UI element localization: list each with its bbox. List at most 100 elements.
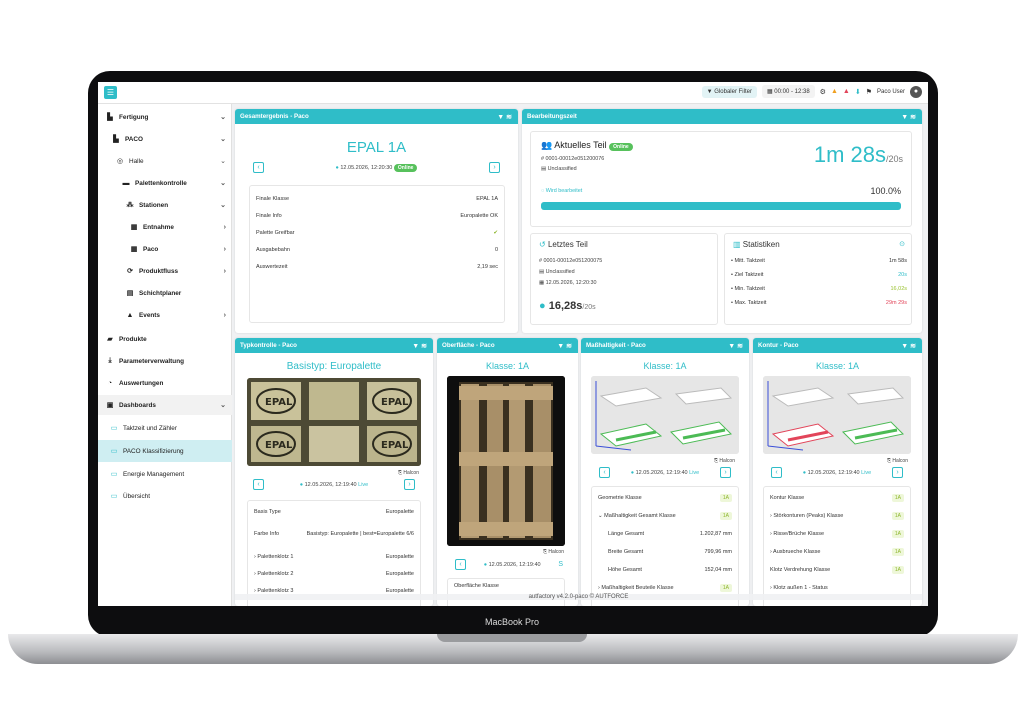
sidebar-item-label: Produkte	[119, 335, 147, 343]
row-label: › Palettenklotz 2	[254, 570, 294, 577]
sidebar-item-stationen[interactable]: ⁂ Stationen ⌄	[98, 195, 232, 215]
sidebar-item-auswertungen[interactable]: ◔ Auswertungen	[98, 373, 232, 393]
filter-rss-icon[interactable]: ▼ ≋	[728, 342, 743, 350]
sidebar-item-uebersicht[interactable]: ▭ Übersicht	[98, 486, 232, 506]
table-row[interactable]: › Palettenklotz 2 Europalette	[248, 565, 420, 582]
sidebar-item-paco-klassifizierung[interactable]: ▭ PACO Klassifizierung	[98, 440, 232, 462]
3d-scan-icon	[763, 376, 911, 454]
chart-icon: ▥	[733, 240, 741, 249]
sidebar-item-palettenkontrolle[interactable]: ▬ Palettenkontrolle ⌄	[98, 173, 232, 193]
row-value: 1.202,87 mm	[699, 531, 732, 537]
clock-icon: ●	[539, 300, 546, 312]
table-row[interactable]: › Palettenklotz 1 Europalette	[248, 548, 420, 565]
type-table: Basis Type Europalette Farbe Info Basistyp:…	[247, 500, 421, 606]
table-row: • Ziel Taktzeit 20s	[725, 268, 913, 282]
dimension-image	[591, 376, 739, 454]
next-button[interactable]: ›	[719, 467, 731, 478]
user-name[interactable]: Paco User	[877, 89, 905, 95]
row-label: Höhe Gesamt	[608, 567, 642, 573]
prev-button[interactable]: ‹	[599, 467, 610, 478]
time-range-button[interactable]: ▦ 00:00 - 12:38	[761, 85, 815, 98]
sidebar-item-dashboards[interactable]: ▣ Dashboards ⌄	[98, 395, 232, 415]
time-target: /20s	[582, 304, 596, 311]
next-button[interactable]: ›	[403, 479, 415, 490]
row-label: Auswertezeit	[256, 263, 288, 270]
table-row: Palette Greifbar ✔	[250, 224, 504, 241]
sidebar-item-taktzeit[interactable]: ▭ Taktzeit und Zähler	[98, 418, 232, 438]
avatar[interactable]: ●	[910, 85, 922, 98]
table-row[interactable]: ⌄ Maßhaltigkeit Gesamt Klasse 1A	[592, 507, 738, 525]
timestamp: 12.05.2026, 12:19:40	[635, 469, 688, 476]
chevron-right-icon: ›	[223, 311, 226, 319]
row-label: › Risse/Brüche Klasse	[770, 531, 825, 537]
sidebar-item-produktfluss[interactable]: ⟳ Produktfluss ›	[98, 261, 232, 281]
row-label: Klotz Verdrehung Klasse	[770, 567, 831, 573]
warning-icon[interactable]: ▲	[831, 88, 838, 95]
table-row[interactable]: › Störkonturen (Peaks) Klasse 1A	[764, 507, 910, 525]
sidebar-item-label: Dashboards	[119, 401, 156, 409]
sidebar-item-energie[interactable]: ▭ Energie Management	[98, 464, 232, 484]
info-icon[interactable]: ⊙	[899, 240, 905, 248]
timestamp: 12.05.2026, 12:20:30	[545, 280, 597, 286]
result-table: Finale Klasse EPAL 1A Finale Info Europalet…	[249, 185, 505, 323]
global-filter-button[interactable]: ▼ Globaler Filter	[701, 85, 757, 98]
table-row[interactable]: › Ausbrueche Klasse 1A	[764, 543, 910, 561]
pin-icon[interactable]: ⬇	[855, 88, 861, 96]
row-label: › Maßhaltigkeit Beuteile Klasse	[598, 585, 674, 591]
sidebar-item-label: Schichtplaner	[139, 289, 182, 297]
class-title: Klasse: 1A	[485, 361, 530, 371]
monitor-icon: ▭	[110, 471, 118, 478]
filter-rss-icon[interactable]: ▼ ≋	[497, 113, 512, 121]
filter-rss-icon[interactable]: ▼ ≋	[901, 342, 916, 350]
alert-icon[interactable]: ▲	[843, 88, 850, 95]
source-label: Halcon	[403, 470, 419, 476]
sidebar-item-label: Fertigung	[119, 113, 149, 121]
panel-header: Kontur - Paco ▼ ≋	[753, 338, 922, 353]
statistics-label: Statistiken	[742, 240, 780, 249]
dashboard-icon: ▣	[106, 402, 114, 409]
sidebar-item-paco-station[interactable]: ▦ Paco ›	[98, 239, 232, 259]
sidebar-item-label: Stationen	[139, 201, 169, 209]
table-row: Finale Klasse EPAL 1A	[250, 190, 504, 207]
table-row[interactable]: › Risse/Brüche Klasse 1A	[764, 525, 910, 543]
sidebar-item-label: Entnahme	[143, 223, 174, 231]
prev-button[interactable]: ‹	[253, 162, 264, 173]
filter-rss-icon[interactable]: ▼ ≋	[901, 113, 916, 121]
filter-rss-icon[interactable]: ▼ ≋	[412, 342, 427, 350]
sidebar-item-halle[interactable]: ◎ Halle ⌄	[98, 151, 232, 171]
prev-button[interactable]: ‹	[771, 467, 782, 478]
device-label: MacBook Pro	[484, 617, 540, 627]
sidebar-item-entnahme[interactable]: ▦ Entnahme ›	[98, 217, 232, 237]
panel-bearbeitungszeit: Bearbeitungszeit ▼ ≋ 👥 Aktuelles Teil Onl…	[522, 109, 922, 333]
settings-icon[interactable]: ⚙	[820, 88, 826, 96]
next-button[interactable]: ›	[488, 162, 500, 173]
filter-rss-icon[interactable]: ▼ ≋	[557, 342, 572, 350]
timestamp-nav: ‹ ● 12.05.2026, 12:19:40 S	[455, 559, 563, 570]
users-icon: 👥	[541, 140, 553, 150]
language-icon[interactable]: ⚑	[866, 88, 872, 96]
row-value: 20s	[898, 272, 907, 278]
table-row: Klotz Verdrehung Klasse 1A	[764, 561, 910, 579]
menu-icon[interactable]: ☰	[104, 86, 117, 99]
sidebar-item-schichtplaner[interactable]: ▤ Schichtplaner	[98, 283, 232, 303]
sidebar-item-parameterverwaltung[interactable]: ⤓ Parameterverwaltung	[98, 351, 232, 371]
sidebar-item-label: Taktzeit und Zähler	[123, 424, 177, 432]
sidebar-item-events[interactable]: ▲ Events ›	[98, 305, 232, 325]
source-label: Halcon	[892, 458, 908, 464]
prev-button[interactable]: ‹	[455, 559, 466, 570]
refresh-icon[interactable]: S	[558, 561, 563, 568]
sidebar-item-produkte[interactable]: ▰ Produkte	[98, 329, 232, 349]
prev-button[interactable]: ‹	[253, 479, 264, 490]
next-button[interactable]: ›	[891, 467, 903, 478]
laptop-frame: MacBook Pro ☰ ▼ Globaler Filter ▦ 00:00 …	[0, 0, 1024, 709]
table-row: Ausgabebahn 0	[250, 241, 504, 258]
box-icon: ▦	[130, 224, 138, 231]
row-label: › Palettenklotz 3	[254, 587, 294, 594]
chevron-down-icon: ⌄	[220, 114, 226, 121]
timestamp-nav: ‹ ● 12.05.2026, 12:20:30 Online ›	[253, 162, 500, 173]
box-icon: ▦	[130, 246, 138, 253]
sidebar-item-paco[interactable]: ▙ PACO ⌄	[98, 129, 232, 149]
timestamp: 12.05.2026, 12:19:40	[807, 469, 860, 476]
table-row: Breite Gesamt 799,96 mm	[592, 543, 738, 561]
sidebar-item-fertigung[interactable]: ▙ Fertigung ⌄	[98, 107, 232, 127]
